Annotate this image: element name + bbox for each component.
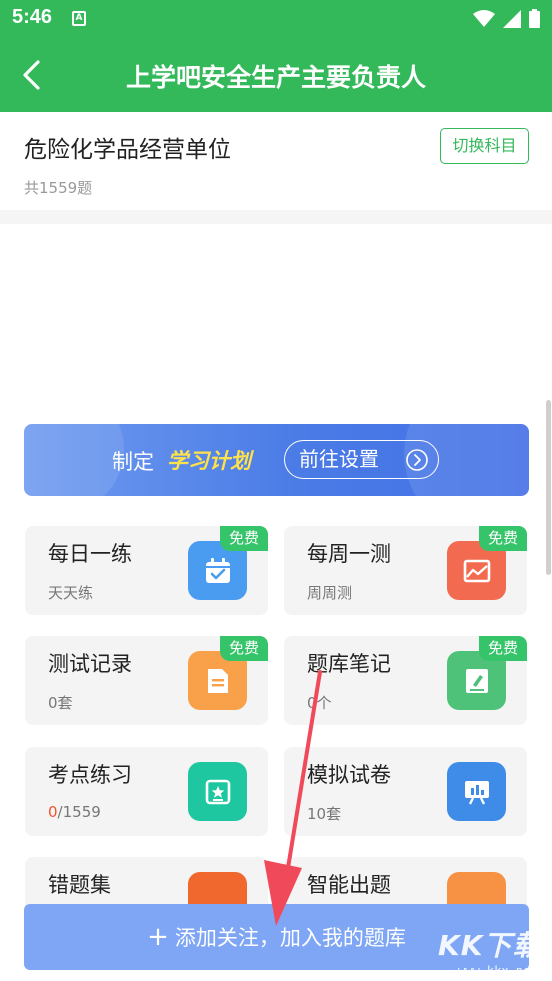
annotation-arrow-icon [264, 670, 322, 926]
scrollbar[interactable] [546, 400, 551, 575]
watermark-text: KK下载 [438, 929, 542, 962]
watermark-url: www.kkx.net [458, 964, 538, 978]
watermark: KK下载 www.kkx.net [438, 924, 550, 980]
